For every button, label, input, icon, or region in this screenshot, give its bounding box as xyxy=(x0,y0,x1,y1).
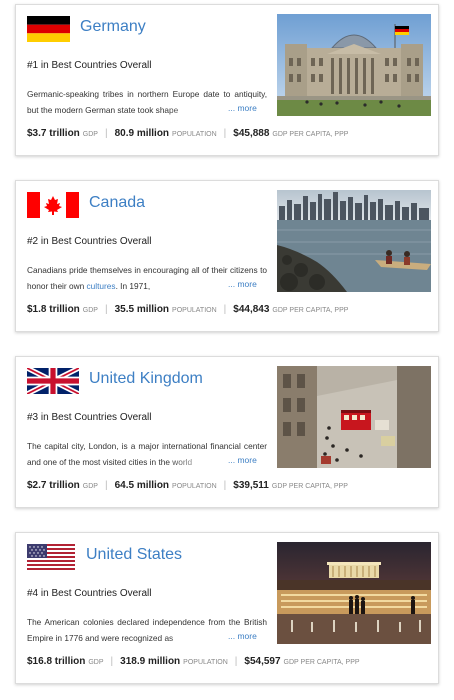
country-photo-london-street[interactable] xyxy=(277,366,431,468)
country-photo-toronto[interactable] xyxy=(277,190,431,292)
description-fade xyxy=(166,278,232,294)
population-label: POPULATION xyxy=(183,659,228,666)
country-photo-lincoln-memorial[interactable] xyxy=(277,542,431,644)
stat-divider: | xyxy=(223,128,227,139)
country-card-canada[interactable]: Canada #2 in Best Countries Overall Cana… xyxy=(15,180,439,332)
population-label: POPULATION xyxy=(172,131,217,138)
gdp-value: $3.7 trillion xyxy=(27,128,80,139)
population-value: 80.9 million xyxy=(114,128,170,139)
country-rank: #1 in Best Countries Overall xyxy=(27,60,152,71)
gdp-per-capita-value: $45,888 xyxy=(233,128,270,139)
more-link[interactable]: ... more xyxy=(226,631,257,641)
country-name[interactable]: United States xyxy=(86,546,182,564)
country-photo-reichstag[interactable] xyxy=(277,14,431,116)
gdp-per-capita-value: $44,843 xyxy=(233,304,270,315)
cultures-link[interactable]: cultures xyxy=(87,281,116,291)
gdp-value: $1.8 trillion xyxy=(27,304,80,315)
country-card-germany[interactable]: Germany #1 in Best Countries Overall Ger… xyxy=(15,4,439,156)
country-rank: #2 in Best Countries Overall xyxy=(27,236,152,247)
population-label: POPULATION xyxy=(172,307,217,314)
gdp-per-capita-label: GDP PER CAPITA, PPP xyxy=(271,483,348,490)
gdp-value: $16.8 trillion xyxy=(27,656,86,667)
more-link[interactable]: ... more xyxy=(226,455,257,465)
country-stats: $3.7 trillion GDP | 80.9 million POPULAT… xyxy=(27,128,348,139)
stat-divider: | xyxy=(223,480,227,491)
gdp-label: GDP xyxy=(82,131,98,138)
gdp-per-capita-value: $54,597 xyxy=(244,656,281,667)
stat-divider: | xyxy=(104,304,108,315)
more-link[interactable]: ... more xyxy=(226,103,257,113)
country-name[interactable]: Canada xyxy=(89,194,145,212)
flag-germany-icon xyxy=(27,16,70,42)
country-name[interactable]: Germany xyxy=(80,18,146,36)
flag-us-icon xyxy=(27,544,75,570)
population-value: 64.5 million xyxy=(114,480,170,491)
gdp-label: GDP xyxy=(82,483,98,490)
gdp-per-capita-label: GDP PER CAPITA, PPP xyxy=(283,659,360,666)
country-stats: $2.7 trillion GDP | 64.5 million POPULAT… xyxy=(27,480,348,491)
flag-uk-icon xyxy=(27,368,79,394)
more-link[interactable]: ... more xyxy=(226,279,257,289)
gdp-value: $2.7 trillion xyxy=(27,480,80,491)
population-value: 318.9 million xyxy=(120,656,181,667)
population-value: 35.5 million xyxy=(114,304,170,315)
country-rank: #4 in Best Countries Overall xyxy=(27,588,152,599)
country-card-uk[interactable]: United Kingdom #3 in Best Countries Over… xyxy=(15,356,439,508)
description-fade xyxy=(166,454,232,470)
gdp-per-capita-value: $39,511 xyxy=(233,480,269,491)
gdp-per-capita-label: GDP PER CAPITA, PPP xyxy=(272,131,349,138)
gdp-label: GDP xyxy=(88,659,104,666)
country-rank: #3 in Best Countries Overall xyxy=(27,412,152,423)
stat-divider: | xyxy=(234,656,238,667)
stat-divider: | xyxy=(223,304,227,315)
country-stats: $16.8 trillion GDP | 318.9 million POPUL… xyxy=(27,656,360,667)
description-fade xyxy=(166,630,232,646)
country-card-us[interactable]: United States #4 in Best Countries Overa… xyxy=(15,532,439,684)
gdp-label: GDP xyxy=(82,307,98,314)
gdp-per-capita-label: GDP PER CAPITA, PPP xyxy=(272,307,349,314)
country-stats: $1.8 trillion GDP | 35.5 million POPULAT… xyxy=(27,304,348,315)
description-fade xyxy=(166,102,232,118)
stat-divider: | xyxy=(104,480,108,491)
population-label: POPULATION xyxy=(172,483,217,490)
stat-divider: | xyxy=(104,128,108,139)
stat-divider: | xyxy=(110,656,114,667)
country-name[interactable]: United Kingdom xyxy=(89,370,203,388)
flag-canada-icon xyxy=(27,192,79,218)
